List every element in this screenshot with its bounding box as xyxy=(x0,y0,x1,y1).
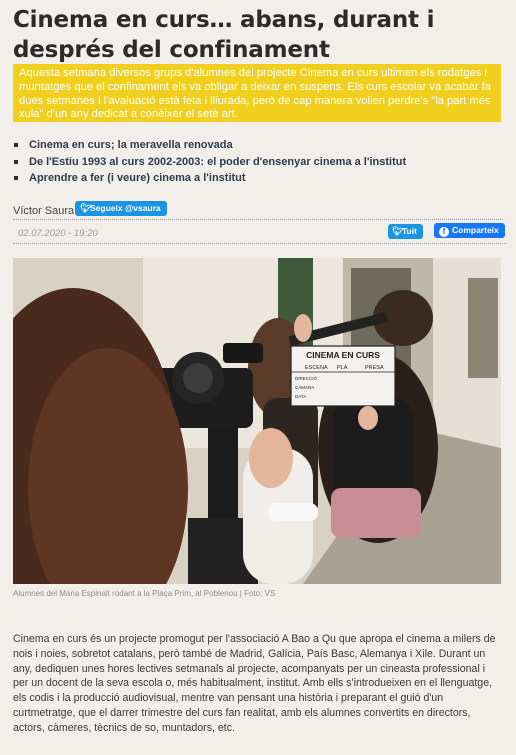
clapper-title: CINEMA EN CURS xyxy=(306,350,380,360)
clapper-label: PLA xyxy=(337,365,348,371)
bullet-icon xyxy=(14,143,18,147)
related-link[interactable]: Aprendre a fer (i veure) cinema a l'inst… xyxy=(13,170,503,187)
facebook-icon: f xyxy=(439,227,449,237)
twitter-bird-icon: 🐦︎ xyxy=(392,226,404,236)
clapper-label: ESCENA xyxy=(305,365,328,371)
facebook-share-button[interactable]: f Comparteix xyxy=(434,223,505,238)
clapper-label: PRESA xyxy=(365,365,384,371)
article-lead: Aquesta setmana diversos grups d'alumnes… xyxy=(13,64,501,122)
author-row: Víctor Saura 🐦︎Segueix @vsaura xyxy=(13,200,503,220)
tweet-button[interactable]: 🐦︎Tuit xyxy=(388,224,423,239)
publish-date: 02.07.2020 - 19:20 xyxy=(18,228,98,239)
date-share-row: 02.07.2020 - 19:20 🐦︎Tuit f Comparteix xyxy=(13,222,507,244)
related-links: Cinema en curs; la meravella renovada De… xyxy=(13,137,503,187)
bullet-icon xyxy=(14,176,18,180)
photo-caption: Alumnes del Maria Espinalt rodant a la P… xyxy=(13,589,276,598)
article-page: Cinema en curs… abans, durant i després … xyxy=(0,0,516,755)
related-link[interactable]: Cinema en curs; la meravella renovada xyxy=(13,137,503,154)
bullet-icon xyxy=(14,159,18,164)
related-link[interactable]: De l'Estiu 1993 al curs 2002-2003: el po… xyxy=(13,154,503,171)
author-name[interactable]: Víctor Saura xyxy=(13,205,74,217)
article-title: Cinema en curs… abans, durant i després … xyxy=(13,7,435,63)
article-body: Cinema en curs és un projecte promogut p… xyxy=(13,633,496,734)
article-photo: CINEMA EN CURS ESCENA PLA PRESA DIRECCIÓ… xyxy=(13,258,501,584)
clapper-label: DATA xyxy=(295,394,306,399)
twitter-follow-button[interactable]: 🐦︎Segueix @vsaura xyxy=(75,201,167,216)
clapper-label: DIRECCIÓ xyxy=(295,375,318,381)
clapper-label: CÀMARA xyxy=(295,384,314,390)
twitter-bird-icon: 🐦︎ xyxy=(80,203,92,213)
